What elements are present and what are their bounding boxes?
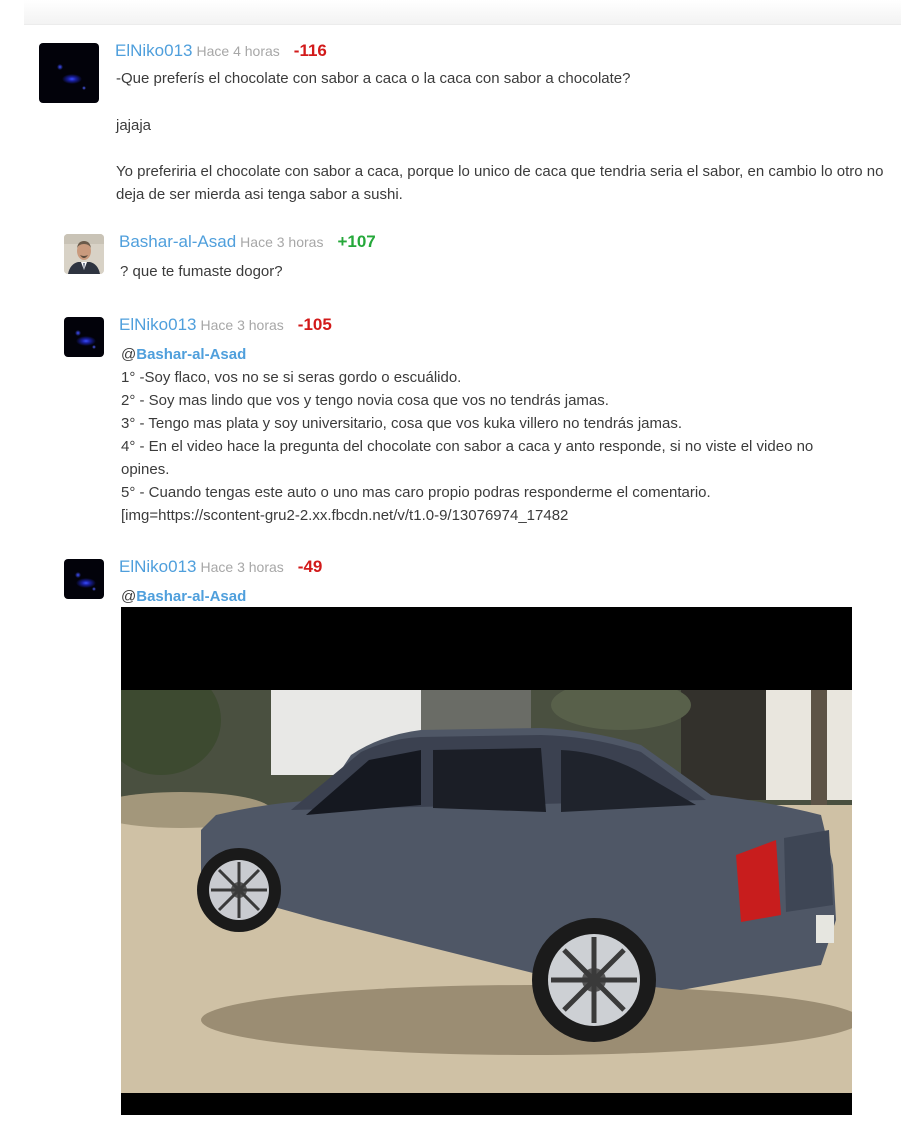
vote-score: +107 bbox=[337, 232, 376, 251]
timestamp: Hace 3 horas bbox=[200, 317, 284, 333]
username-link[interactable]: ElNiko013 bbox=[119, 315, 197, 334]
comment-paragraph: -Que preferís el chocolate con sabor a c… bbox=[116, 70, 631, 87]
vote-score: -105 bbox=[297, 315, 332, 334]
comment-text: ? que te fumaste dogor? bbox=[120, 263, 283, 280]
car-photo-scene bbox=[121, 690, 852, 1093]
comment-header: ElNiko013 Hace 3 horas -105 bbox=[119, 315, 332, 336]
timestamp: Hace 3 horas bbox=[200, 559, 284, 575]
avatar[interactable] bbox=[39, 43, 99, 103]
vote-score: -49 bbox=[297, 557, 323, 576]
comment-line: 3° - Tengo mas plata y soy universitario… bbox=[121, 415, 682, 432]
comment-header: Bashar-al-Asad Hace 3 horas +107 bbox=[119, 232, 376, 253]
avatar[interactable] bbox=[64, 234, 104, 274]
timestamp: Hace 4 horas bbox=[196, 43, 280, 59]
comment-line: 2° - Soy mas lindo que vos y tengo novia… bbox=[121, 392, 609, 409]
car-illustration bbox=[121, 690, 852, 1093]
username-link[interactable]: ElNiko013 bbox=[115, 41, 193, 60]
comment-line: 4° - En el video hace la pregunta del ch… bbox=[121, 438, 814, 478]
comment-line: 1° -Soy flaco, vos no se si seras gordo … bbox=[121, 369, 462, 386]
mention-link[interactable]: Bashar-al-Asad bbox=[136, 346, 246, 363]
comment-body: @Bashar-al-Asad 1° -Soy flaco, vos no se… bbox=[121, 343, 851, 527]
mention: @Bashar-al-Asad bbox=[121, 585, 851, 608]
mention-link[interactable]: Bashar-al-Asad bbox=[136, 588, 246, 605]
mention-prefix: @ bbox=[121, 588, 137, 605]
comment-header: ElNiko013 Hace 4 horas -116 bbox=[115, 41, 327, 62]
timestamp: Hace 3 horas bbox=[240, 234, 324, 250]
person-portrait-icon bbox=[64, 234, 104, 274]
mention-prefix: @ bbox=[121, 346, 137, 363]
username-link[interactable]: ElNiko013 bbox=[119, 557, 197, 576]
comment-paragraph: jajaja bbox=[116, 117, 152, 134]
comment-header: ElNiko013 Hace 3 horas -49 bbox=[119, 557, 322, 578]
comment-body: ? que te fumaste dogor? bbox=[120, 260, 880, 283]
mention: @Bashar-al-Asad bbox=[121, 343, 851, 366]
comment-body: @Bashar-al-Asad bbox=[121, 585, 851, 608]
username-link[interactable]: Bashar-al-Asad bbox=[119, 232, 236, 251]
top-bar bbox=[24, 0, 901, 25]
comment-line: 5° - Cuando tengas este auto o uno mas c… bbox=[121, 484, 711, 501]
embedded-car-photo[interactable] bbox=[121, 607, 852, 1115]
avatar[interactable] bbox=[64, 317, 104, 357]
vote-score: -116 bbox=[293, 41, 327, 60]
comment-line: [img=https://scontent-gru2-2.xx.fbcdn.ne… bbox=[121, 507, 569, 524]
avatar[interactable] bbox=[64, 559, 104, 599]
comment-body: -Que preferís el chocolate con sabor a c… bbox=[116, 67, 896, 206]
comment-paragraph: Yo preferiria el chocolate con sabor a c… bbox=[116, 163, 884, 203]
